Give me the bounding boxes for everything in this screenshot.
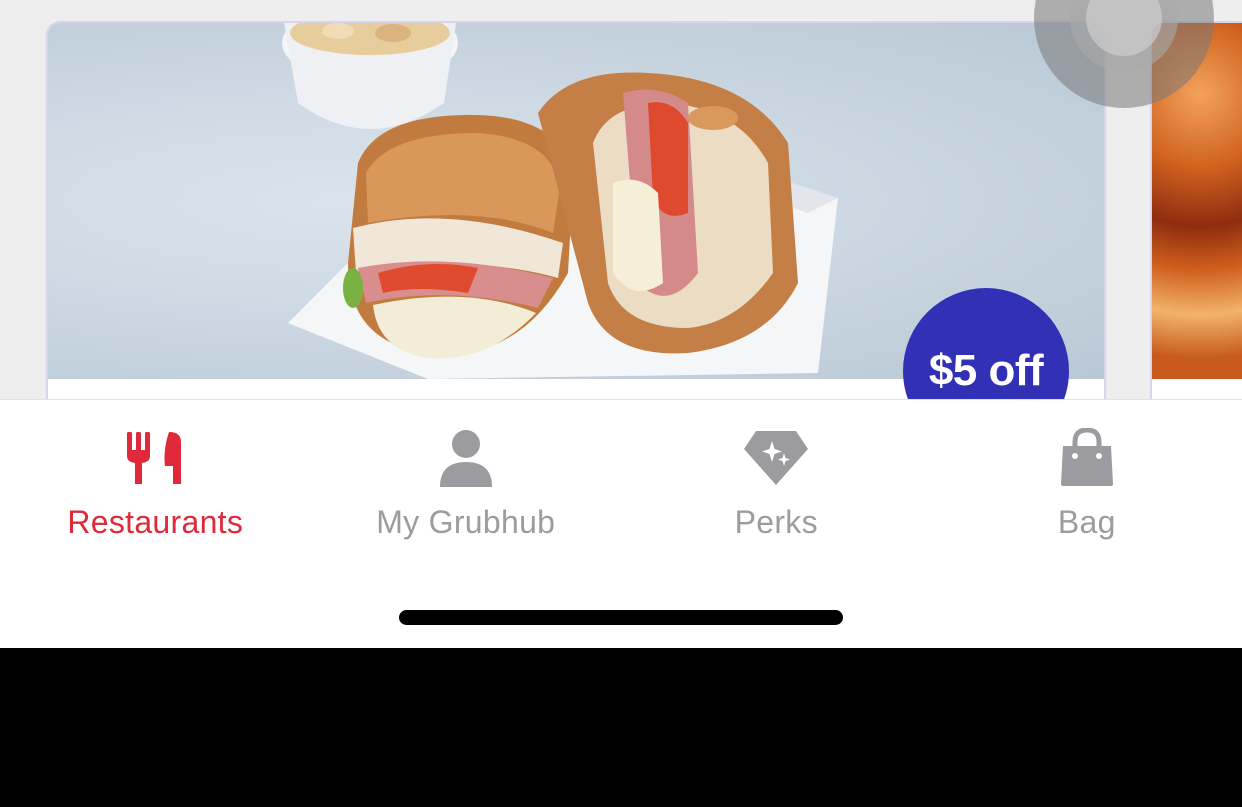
- tab-label: My Grubhub: [376, 504, 556, 540]
- tab-restaurants[interactable]: Restaurants: [0, 400, 311, 560]
- tab-label: Bag: [1057, 504, 1116, 540]
- tab-bag[interactable]: Bag: [932, 400, 1242, 560]
- bottom-tab-bar: Restaurants My Grubhub Perks Bag: [0, 399, 1242, 648]
- fork-knife-icon: [120, 426, 190, 490]
- screen-bottom-bezel: [0, 648, 1242, 807]
- person-icon: [431, 426, 501, 490]
- home-indicator[interactable]: [399, 610, 843, 625]
- tab-my-grubhub[interactable]: My Grubhub: [311, 400, 622, 560]
- tab-perks[interactable]: Perks: [621, 400, 932, 560]
- tab-label: Restaurants: [67, 504, 244, 540]
- shopping-bag-icon: [1052, 426, 1122, 490]
- restaurant-carousel[interactable]: $5 off: [0, 0, 1242, 400]
- tab-label: Perks: [734, 504, 818, 540]
- diamond-sparkle-icon: [741, 426, 811, 490]
